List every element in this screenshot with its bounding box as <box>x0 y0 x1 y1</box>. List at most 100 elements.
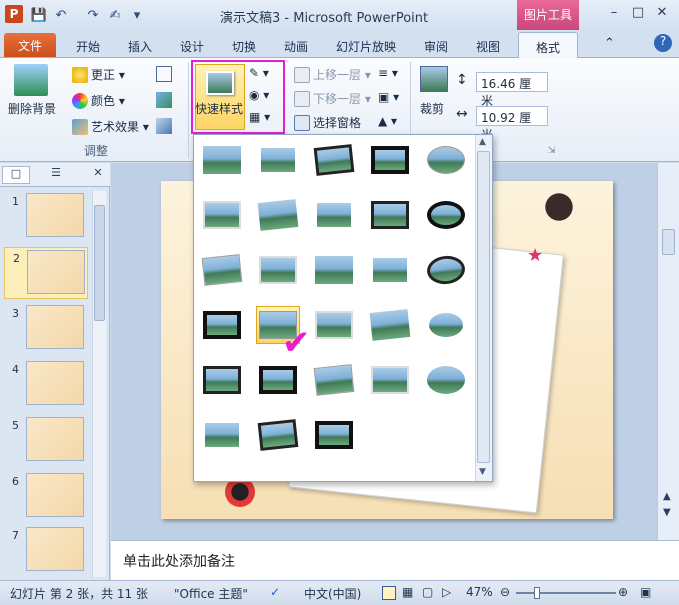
normal-view-icon[interactable] <box>382 586 396 600</box>
send-backward-button[interactable]: 下移一层 ▾ <box>294 90 371 107</box>
reading-view-icon[interactable]: ▢ <box>422 585 433 599</box>
slide-sorter-icon[interactable]: ▦ <box>402 585 413 599</box>
fit-slide-icon[interactable]: ▣ <box>640 585 651 599</box>
tab-design[interactable]: 设计 <box>180 38 204 55</box>
group-icon[interactable]: ▣ ▾ <box>378 90 399 104</box>
spellcheck-icon[interactable]: ✓ <box>270 585 280 599</box>
thumbnail-scrollbar[interactable] <box>92 191 106 577</box>
slide-thumbnail[interactable]: 6 <box>0 471 92 523</box>
picture-style-option[interactable] <box>368 361 412 399</box>
gallery-scrollbar[interactable]: ▲ ▼ <box>475 135 492 481</box>
language[interactable]: 中文(中国) <box>304 585 361 602</box>
next-slide-icon[interactable]: ▼ <box>663 507 671 518</box>
tab-format[interactable]: 格式 <box>518 32 578 59</box>
picture-style-option[interactable] <box>200 361 244 399</box>
picture-style-option[interactable] <box>368 306 412 344</box>
width-input[interactable]: 10.92 厘米 <box>476 106 548 142</box>
picture-style-option[interactable] <box>424 141 468 179</box>
zoom-in-icon[interactable]: ⊕ <box>618 585 628 599</box>
picture-style-option[interactable] <box>200 306 244 344</box>
size-dialog-launcher-icon[interactable]: ⇲ <box>548 146 556 156</box>
tab-slideshow[interactable]: 幻灯片放映 <box>336 38 396 55</box>
remove-background-button[interactable]: 删除背景 <box>8 100 56 117</box>
notes-pane[interactable]: 单击此处添加备注 <box>111 540 679 580</box>
picture-style-option[interactable] <box>312 196 356 234</box>
rotate-icon[interactable]: ▲ ▾ <box>378 114 397 128</box>
slideshow-icon[interactable]: ▷ <box>442 585 451 599</box>
artistic-effects-button[interactable]: 艺术效果 ▾ <box>72 118 149 135</box>
picture-layout-button[interactable]: ▦ ▾ <box>249 110 270 124</box>
notes-placeholder[interactable]: 单击此处添加备注 <box>123 551 235 571</box>
slide-scroll-thumb[interactable] <box>662 229 675 255</box>
tab-home[interactable]: 开始 <box>76 38 100 55</box>
picture-style-option[interactable] <box>312 361 356 399</box>
save-icon[interactable]: 💾 <box>30 6 48 24</box>
powerpoint-app-icon[interactable]: P <box>5 5 23 23</box>
picture-style-option[interactable] <box>200 251 244 289</box>
ribbon-minimize-icon[interactable]: ⌃ <box>604 36 615 51</box>
thumbnail-scroll-thumb[interactable] <box>94 205 105 321</box>
slides-tab-icon[interactable]: □ <box>2 166 30 184</box>
picture-style-option[interactable] <box>200 141 244 179</box>
picture-style-option[interactable] <box>200 196 244 234</box>
slide-thumbnail[interactable]: 1 <box>0 191 92 243</box>
redo-icon[interactable]: ↷ <box>84 6 102 24</box>
slide-thumbnail[interactable]: 7 <box>0 525 92 577</box>
tab-insert[interactable]: 插入 <box>128 38 152 55</box>
tab-file[interactable]: 文件 <box>4 33 56 57</box>
picture-effects-button[interactable]: ◉ ▾ <box>249 88 269 102</box>
picture-style-option[interactable] <box>424 306 468 344</box>
crop-button[interactable]: 裁剪 <box>420 100 444 117</box>
tab-animations[interactable]: 动画 <box>284 38 308 55</box>
close-icon[interactable]: ✕ <box>652 5 672 23</box>
picture-style-option[interactable] <box>312 416 356 454</box>
zoom-slider[interactable] <box>516 592 616 594</box>
maximize-icon[interactable]: □ <box>628 5 648 23</box>
picture-style-option[interactable] <box>424 361 468 399</box>
align-icon[interactable]: ≡ ▾ <box>378 66 398 80</box>
format-painter-icon[interactable]: ✍ <box>106 6 124 24</box>
picture-style-option[interactable] <box>368 251 412 289</box>
picture-style-option[interactable] <box>256 141 300 179</box>
gallery-scroll-down-icon[interactable]: ▼ <box>479 467 486 477</box>
picture-style-option[interactable] <box>312 306 356 344</box>
slide-thumbnail[interactable]: 3 <box>0 303 92 355</box>
reset-picture-icon[interactable] <box>156 118 172 134</box>
quick-styles-button[interactable] <box>195 64 245 130</box>
undo-icon[interactable]: ↶ <box>52 6 70 24</box>
zoom-slider-thumb[interactable] <box>534 587 540 599</box>
tab-review[interactable]: 审阅 <box>424 38 448 55</box>
picture-style-option[interactable] <box>368 196 412 234</box>
customize-qat-icon[interactable]: ▾ <box>128 6 146 24</box>
picture-style-option[interactable] <box>256 196 300 234</box>
previous-slide-icon[interactable]: ▲ <box>663 491 671 502</box>
color-button[interactable]: 颜色 ▾ <box>72 92 125 109</box>
selection-pane-button[interactable]: 选择窗格 <box>294 114 361 131</box>
slide-thumbnail[interactable]: 5 <box>0 415 92 467</box>
compress-pictures-icon[interactable] <box>156 66 172 82</box>
tab-view[interactable]: 视图 <box>476 38 500 55</box>
crop-icon[interactable] <box>420 66 448 92</box>
remove-background-icon[interactable] <box>14 64 48 96</box>
gallery-scroll-up-icon[interactable]: ▲ <box>479 137 486 147</box>
gallery-scroll-thumb[interactable] <box>477 151 490 463</box>
picture-style-option[interactable] <box>200 416 244 454</box>
picture-style-option[interactable] <box>368 141 412 179</box>
picture-style-option[interactable] <box>424 196 468 234</box>
slide-scrollbar[interactable]: ▲ ▼ <box>657 163 679 540</box>
picture-style-option[interactable] <box>256 416 300 454</box>
minimize-icon[interactable]: – <box>604 5 624 23</box>
picture-style-option[interactable] <box>312 141 356 179</box>
outline-tab-icon[interactable]: ☰ <box>42 166 70 184</box>
bring-forward-button[interactable]: 上移一层 ▾ <box>294 66 371 83</box>
slide-thumbnail[interactable]: 4 <box>0 359 92 411</box>
picture-style-option[interactable] <box>312 251 356 289</box>
corrections-button[interactable]: 更正 ▾ <box>72 66 125 83</box>
height-input[interactable]: 16.46 厘米 <box>476 72 548 108</box>
picture-style-option[interactable] <box>256 361 300 399</box>
close-pane-icon[interactable]: ✕ <box>84 166 112 184</box>
zoom-out-icon[interactable]: ⊖ <box>500 585 510 599</box>
tab-transitions[interactable]: 切换 <box>232 38 256 55</box>
slide-thumbnail-selected[interactable]: 2 <box>4 247 88 299</box>
picture-border-button[interactable]: ✎ ▾ <box>249 66 269 80</box>
